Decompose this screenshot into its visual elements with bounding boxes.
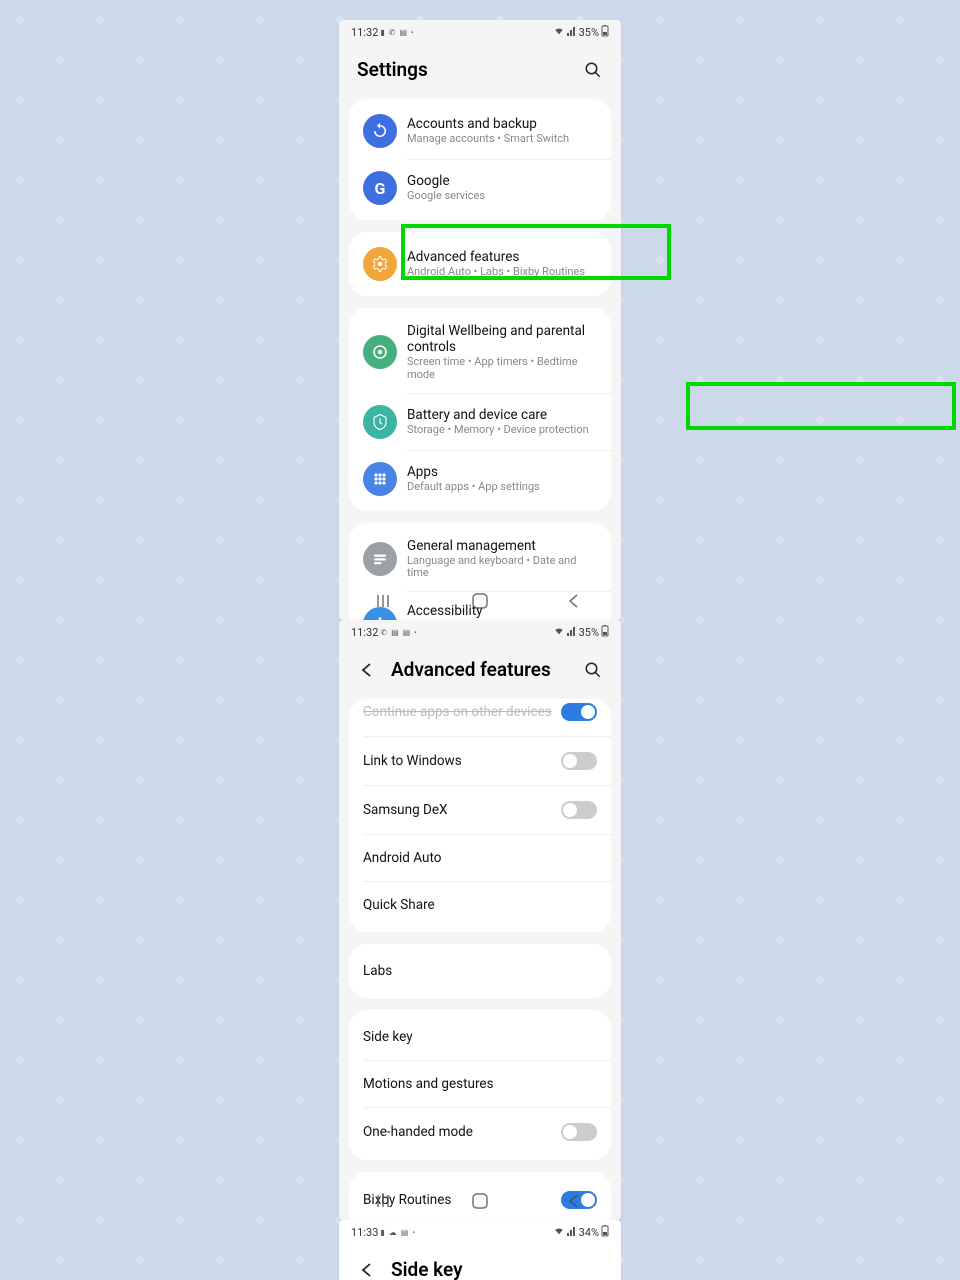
phone-settings: 11:32 ▮ ✆ ▤ • 35% Settings	[339, 20, 621, 620]
row-link-windows[interactable]: Link to Windows	[349, 737, 611, 785]
device-care-icon	[363, 405, 397, 439]
subtitle: Default apps • App settings	[407, 481, 597, 494]
row-one-handed[interactable]: One-handed mode	[349, 1108, 611, 1156]
clock: 11:32	[351, 26, 378, 39]
status-icons-left: ✆ ▤ ▤ •	[380, 628, 417, 637]
subtitle: Android Auto • Labs • Bixby Routines	[407, 266, 597, 279]
page-title: Advanced features	[391, 658, 551, 681]
navigation-bar	[339, 582, 621, 620]
navigation-bar	[339, 1182, 621, 1220]
toggle[interactable]	[561, 703, 597, 721]
nav-recents-icon[interactable]	[375, 590, 397, 612]
battery-text: 34%	[579, 1226, 599, 1239]
title: Battery and device care	[407, 407, 597, 423]
row-google[interactable]: G Google Google services	[349, 160, 611, 216]
nav-home-icon[interactable]	[469, 590, 491, 612]
sync-icon	[363, 114, 397, 148]
subtitle: Language and keyboard • Date and time	[407, 555, 597, 580]
label: Continue apps on other devices	[363, 704, 552, 720]
subtitle: Google services	[407, 190, 597, 203]
subtitle: Screen time • App timers • Bedtime mode	[407, 356, 597, 381]
signal-icon	[567, 626, 577, 639]
wifi-icon	[553, 26, 565, 39]
back-icon[interactable]	[357, 660, 377, 680]
label: Samsung DeX	[363, 802, 447, 818]
search-icon[interactable]	[583, 60, 603, 80]
signal-icon	[567, 26, 577, 39]
back-icon[interactable]	[357, 1260, 377, 1280]
card-accounts: Accounts and backup Manage accounts • Sm…	[349, 99, 611, 220]
battery-text: 35%	[579, 626, 599, 639]
row-accounts-backup[interactable]: Accounts and backup Manage accounts • Sm…	[349, 103, 611, 159]
battery-text: 35%	[579, 26, 599, 39]
advanced-icon	[363, 247, 397, 281]
phone-advanced-features: 11:32 ✆ ▤ ▤ • 35% Advanced features Cont…	[339, 620, 621, 1220]
label: Android Auto	[363, 850, 441, 866]
status-bar: 11:33 ▮ ☁ ▤ • 34%	[339, 1220, 621, 1244]
card-af-1: Continue apps on other devices Link to W…	[349, 699, 611, 932]
row-quick-share[interactable]: Quick Share	[349, 882, 611, 928]
title: General management	[407, 538, 597, 554]
row-motions-gestures[interactable]: Motions and gestures	[349, 1061, 611, 1107]
title: Apps	[407, 464, 597, 480]
label: Labs	[363, 963, 392, 979]
wellbeing-icon	[363, 335, 397, 369]
label: Link to Windows	[363, 753, 462, 769]
row-advanced-features[interactable]: Advanced features Android Auto • Labs • …	[349, 236, 611, 292]
apps-icon	[363, 462, 397, 496]
nav-back-icon[interactable]	[563, 590, 585, 612]
clock: 11:32	[351, 626, 378, 639]
signal-icon	[567, 1226, 577, 1239]
subtitle: Manage accounts • Smart Switch	[407, 133, 597, 146]
advanced-header: Advanced features	[339, 644, 621, 699]
side-key-header: Side key	[339, 1244, 621, 1280]
battery-icon	[601, 625, 609, 640]
toggle[interactable]	[561, 801, 597, 819]
title: Digital Wellbeing and parental controls	[407, 323, 597, 355]
nav-home-icon[interactable]	[469, 1190, 491, 1212]
search-icon[interactable]	[583, 660, 603, 680]
card-advanced-features: Advanced features Android Auto • Labs • …	[349, 232, 611, 296]
status-icons-left: ▮ ✆ ▤ •	[380, 28, 414, 37]
row-samsung-dex[interactable]: Samsung DeX	[349, 786, 611, 834]
wifi-icon	[553, 1226, 565, 1239]
nav-back-icon[interactable]	[563, 1190, 585, 1212]
card-af-3: Side key Motions and gestures One-handed…	[349, 1010, 611, 1160]
row-android-auto[interactable]: Android Auto	[349, 835, 611, 881]
row-continue-apps[interactable]: Continue apps on other devices	[349, 699, 611, 736]
label: One-handed mode	[363, 1124, 473, 1140]
status-icons-left: ▮ ☁ ▤ •	[380, 1228, 416, 1237]
tutorial-three-phones: { "status": { "time_a": "11:32", "time_b…	[339, 20, 621, 1280]
label: Quick Share	[363, 897, 435, 913]
label: Side key	[363, 1029, 413, 1045]
title: Google	[407, 173, 597, 189]
row-apps[interactable]: Apps Default apps • App settings	[349, 451, 611, 507]
status-bar: 11:32 ✆ ▤ ▤ • 35%	[339, 620, 621, 644]
general-icon	[363, 542, 397, 576]
google-icon: G	[363, 171, 397, 205]
phone-side-key: 11:33 ▮ ☁ ▤ • 34% Side key Double press …	[339, 1220, 621, 1280]
title: Advanced features	[407, 249, 597, 265]
row-digital-wellbeing[interactable]: Digital Wellbeing and parental controls …	[349, 312, 611, 393]
battery-icon	[601, 1225, 609, 1240]
clock: 11:33	[351, 1226, 378, 1239]
page-title: Side key	[391, 1258, 463, 1280]
subtitle: Storage • Memory • Device protection	[407, 424, 597, 437]
card-wellbeing: Digital Wellbeing and parental controls …	[349, 308, 611, 511]
page-title: Settings	[357, 58, 428, 81]
nav-recents-icon[interactable]	[375, 1190, 397, 1212]
row-battery-care[interactable]: Battery and device care Storage • Memory…	[349, 394, 611, 450]
title: Accounts and backup	[407, 116, 597, 132]
battery-icon	[601, 25, 609, 40]
row-side-key[interactable]: Side key	[349, 1014, 611, 1060]
card-af-2: Labs	[349, 944, 611, 998]
wifi-icon	[553, 626, 565, 639]
label: Motions and gestures	[363, 1076, 494, 1092]
toggle[interactable]	[561, 752, 597, 770]
highlight-side-key	[686, 382, 956, 430]
row-labs[interactable]: Labs	[349, 948, 611, 994]
settings-header: Settings	[339, 44, 621, 99]
toggle[interactable]	[561, 1123, 597, 1141]
status-bar: 11:32 ▮ ✆ ▤ • 35%	[339, 20, 621, 44]
